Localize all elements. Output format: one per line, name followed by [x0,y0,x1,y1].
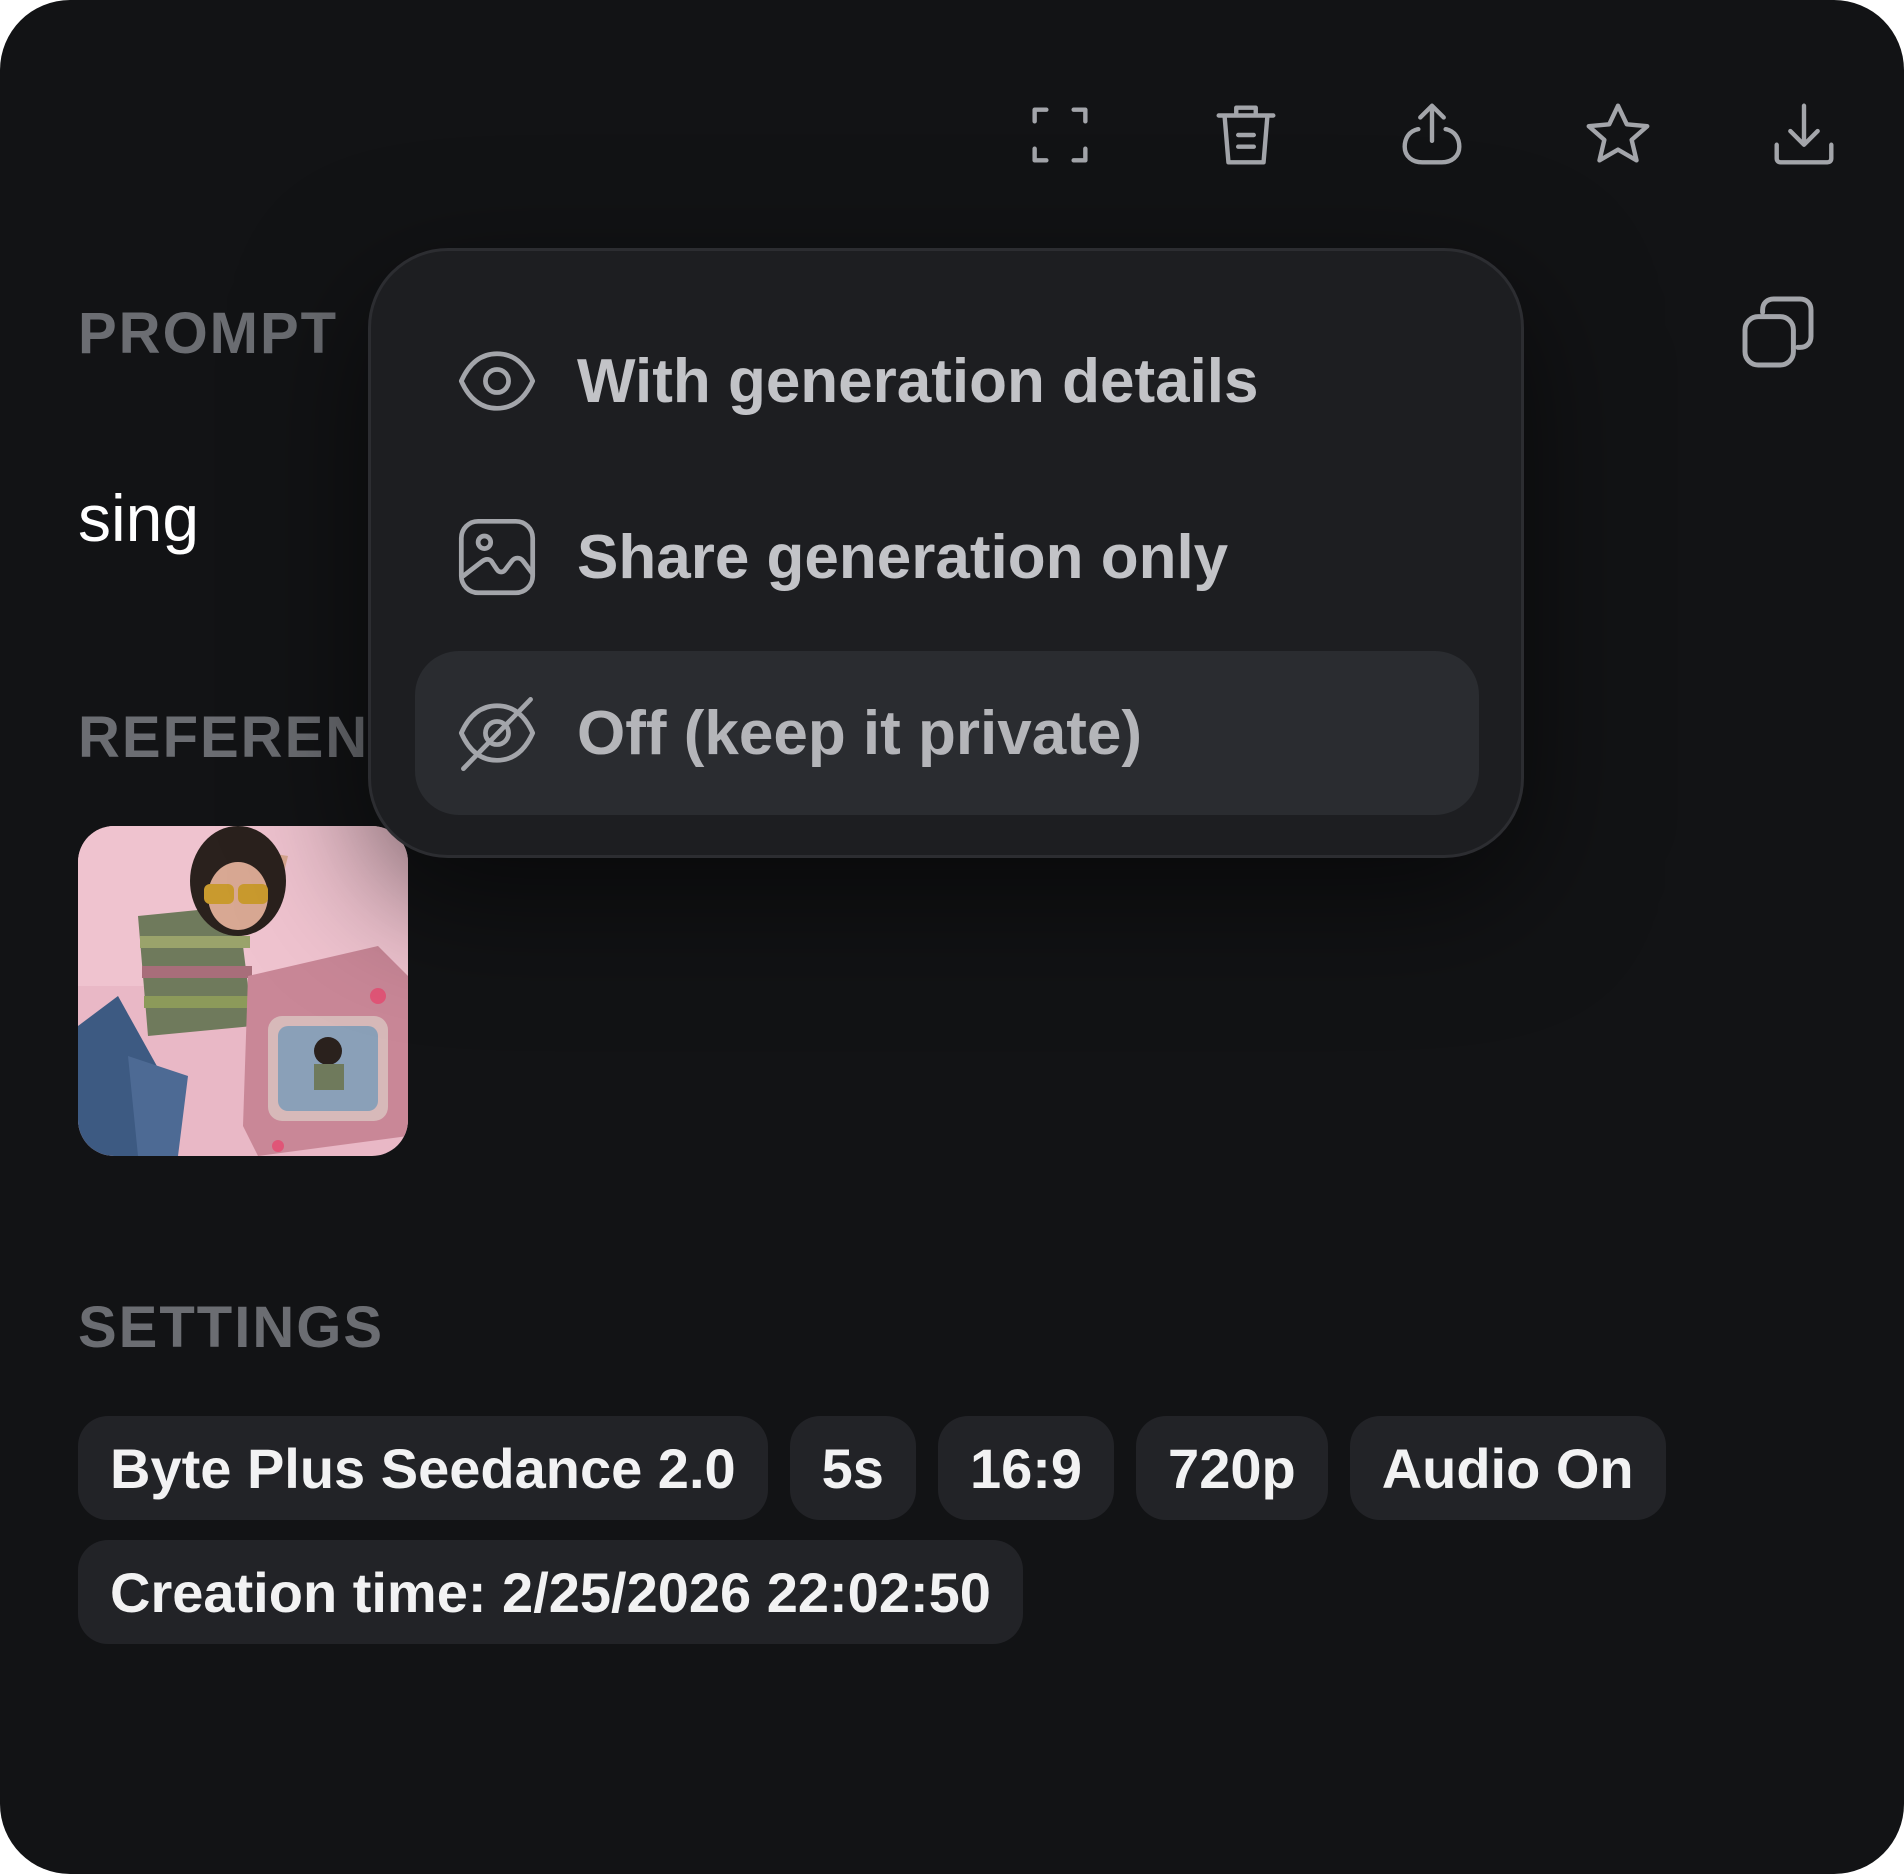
menu-item-label: With generation details [577,346,1259,416]
share-button[interactable] [1382,85,1482,185]
creation-time-row: Creation time: 2/25/2026 22:02:50 [78,1540,1023,1644]
reference-photo [78,826,408,1156]
star-icon [1586,103,1650,163]
download-button[interactable] [1754,85,1854,185]
creation-time-chip: Creation time: 2/25/2026 22:02:50 [78,1540,1023,1644]
settings-label: SETTINGS [78,1295,385,1360]
generation-details-panel: PROMPT sing REFERENC SETTINGS Byte Plus … [0,0,1904,1874]
menu-item-label: Share generation only [577,522,1229,592]
fullscreen-button[interactable] [1010,85,1110,185]
eye-icon [455,339,539,423]
menu-item-with-details[interactable]: With generation details [415,299,1479,463]
share-menu: With generation details Share generation… [368,248,1524,858]
model-chip: Byte Plus Seedance 2.0 [78,1416,768,1520]
trash-icon [1216,105,1276,165]
copy-icon [1742,296,1814,368]
reference-image-thumbnail[interactable] [78,826,408,1156]
resolution-chip: 720p [1136,1416,1328,1520]
prompt-text: sing [78,481,200,555]
settings-chips: Byte Plus Seedance 2.0 5s 16:9 720p Audi… [78,1416,1666,1520]
aspect-ratio-chip: 16:9 [937,1416,1115,1520]
duration-chip: 5s [789,1416,916,1520]
download-icon [1774,103,1834,165]
menu-item-label: Off (keep it private) [577,698,1142,768]
image-icon [455,515,539,599]
references-label: REFERENC [78,705,414,770]
eye-off-icon [455,691,539,775]
prompt-label: PROMPT [78,301,339,366]
menu-item-keep-private[interactable]: Off (keep it private) [415,651,1479,815]
audio-chip: Audio On [1349,1416,1666,1520]
delete-button[interactable] [1196,85,1296,185]
favorite-button[interactable] [1568,85,1668,185]
share-icon [1402,103,1462,165]
fullscreen-icon [1032,107,1088,163]
menu-item-generation-only[interactable]: Share generation only [415,475,1479,639]
copy-prompt-button[interactable] [1728,282,1828,382]
